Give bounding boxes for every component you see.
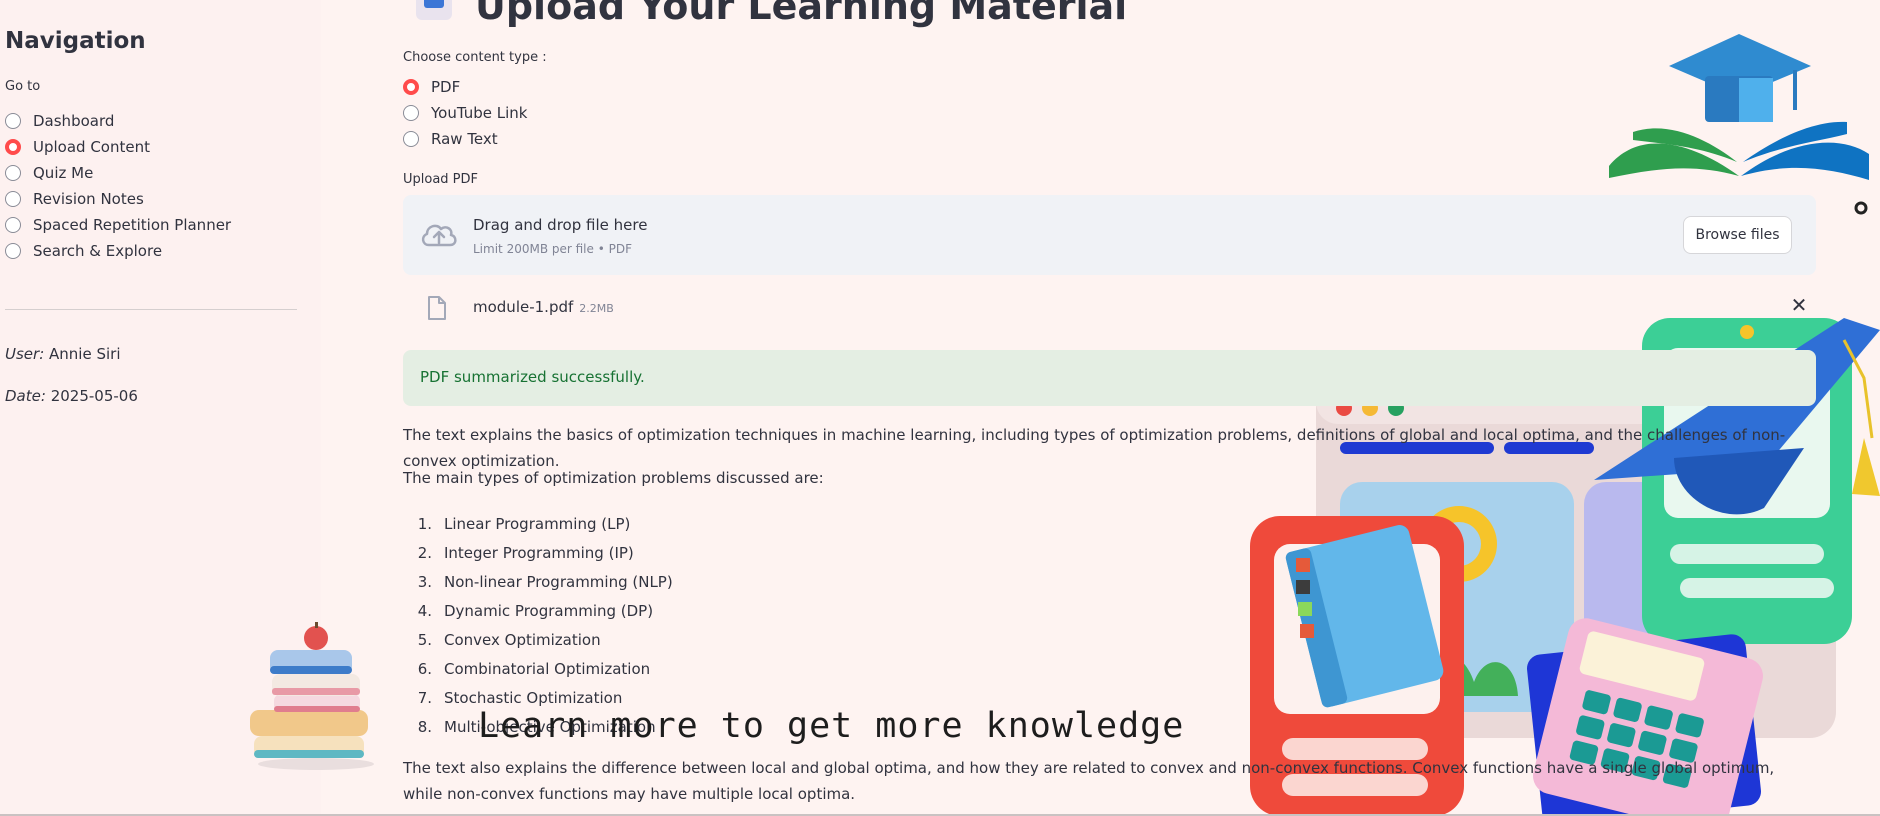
date-info: Date: 2025-05-06 [5,387,138,405]
page-title: Upload Your Learning Material [475,0,1128,28]
content-type-radio-group: PDF YouTube Link Raw Text [403,74,527,152]
list-item: 6. Combinatorial Optimization [417,659,651,678]
file-icon [428,296,446,320]
uploaded-file-row: module-1.pdf 2.2MB ✕ [403,288,1816,328]
types-intro: The main types of optimization problems … [403,469,824,487]
upload-label: Upload PDF [403,172,479,187]
nav-radio-label: Upload Content [33,138,150,156]
browse-files-button[interactable]: Browse files [1683,216,1792,254]
nav-radio-revision-notes[interactable]: Revision Notes [5,186,231,212]
user-value: Annie Siri [49,345,121,363]
list-item: 4. Dynamic Programming (DP) [417,601,654,620]
list-item: 5. Convex Optimization [417,630,601,649]
nav-radio-label: Quiz Me [33,164,94,182]
nav-radio-label: Spaced Repetition Planner [33,216,232,234]
list-item: 3. Non-linear Programming (NLP) [417,572,673,591]
list-item: 2. Integer Programming (IP) [417,543,634,562]
radio-circle [5,243,21,259]
list-item: 1. Linear Programming (LP) [417,514,631,533]
nav-radio-label: Search & Explore [33,242,163,260]
dropzone-title: Drag and drop file here [473,216,648,234]
content-type-pdf[interactable]: PDF [403,74,527,100]
date-label: Date: [5,387,46,405]
radio-circle-selected [5,139,21,155]
nav-radio-search-explore[interactable]: Search & Explore [5,238,231,264]
goto-label: Go to [5,79,41,94]
main-content: Upload Your Learning Material Choose con… [321,0,1880,816]
sidebar-title: Navigation [5,28,146,54]
list-item-text: Stochastic Optimization [444,688,623,707]
list-item-text: Dynamic Programming (DP) [444,601,654,620]
nav-radio-quiz-me[interactable]: Quiz Me [5,160,231,186]
radio-circle [403,105,419,121]
nav-radio-group: Dashboard Upload Content Quiz Me Revisio… [5,108,231,264]
dropzone-limit: Limit 200MB per file • PDF [473,242,632,256]
radio-circle [5,113,21,129]
radio-circle-selected [403,79,419,95]
date-value: 2025-05-06 [50,387,138,405]
nav-radio-spaced-repetition[interactable]: Spaced Repetition Planner [5,212,231,238]
banner-text: Learn more to get more knowledge [478,706,1185,746]
sidebar-divider [5,309,297,310]
nav-radio-dashboard[interactable]: Dashboard [5,108,231,134]
content-type-label-text: YouTube Link [431,104,528,122]
user-label: User: [5,345,45,363]
success-alert: PDF summarized successfully. [403,350,1816,406]
list-item-text: Combinatorial Optimization [444,659,651,678]
content-type-raw-text[interactable]: Raw Text [403,126,527,152]
radio-circle [403,131,419,147]
file-size: 2.2MB [579,302,614,315]
nav-radio-upload-content[interactable]: Upload Content [5,134,231,160]
radio-circle [5,217,21,233]
content-type-youtube[interactable]: YouTube Link [403,100,527,126]
file-dropzone[interactable]: Drag and drop file here Limit 200MB per … [403,195,1816,275]
file-name-row: module-1.pdf 2.2MB [473,298,614,316]
graduation-cap-logo [1609,34,1869,215]
content-type-label: Choose content type : [403,50,547,65]
summary-outro: The text also explains the difference be… [403,759,1775,803]
list-item-text: Non-linear Programming (NLP) [444,572,673,591]
radio-circle [5,191,21,207]
content-type-label-text: PDF [431,78,461,96]
close-icon[interactable]: ✕ [1784,293,1814,317]
list-item-text: Convex Optimization [444,630,601,649]
nav-radio-label: Revision Notes [33,190,144,208]
user-info: User: Annie Siri [5,345,121,363]
nav-radio-label: Dashboard [33,112,115,130]
upload-tray-icon [416,0,452,20]
content-type-label-text: Raw Text [431,130,498,148]
success-message: PDF summarized successfully. [420,368,645,386]
radio-circle [5,165,21,181]
file-name: module-1.pdf [473,298,574,316]
sidebar: Navigation Go to Dashboard Upload Conten… [0,0,321,816]
list-item-text: Integer Programming (IP) [444,543,634,562]
cloud-upload-icon [421,224,457,247]
list-item-text: Linear Programming (LP) [444,514,631,533]
